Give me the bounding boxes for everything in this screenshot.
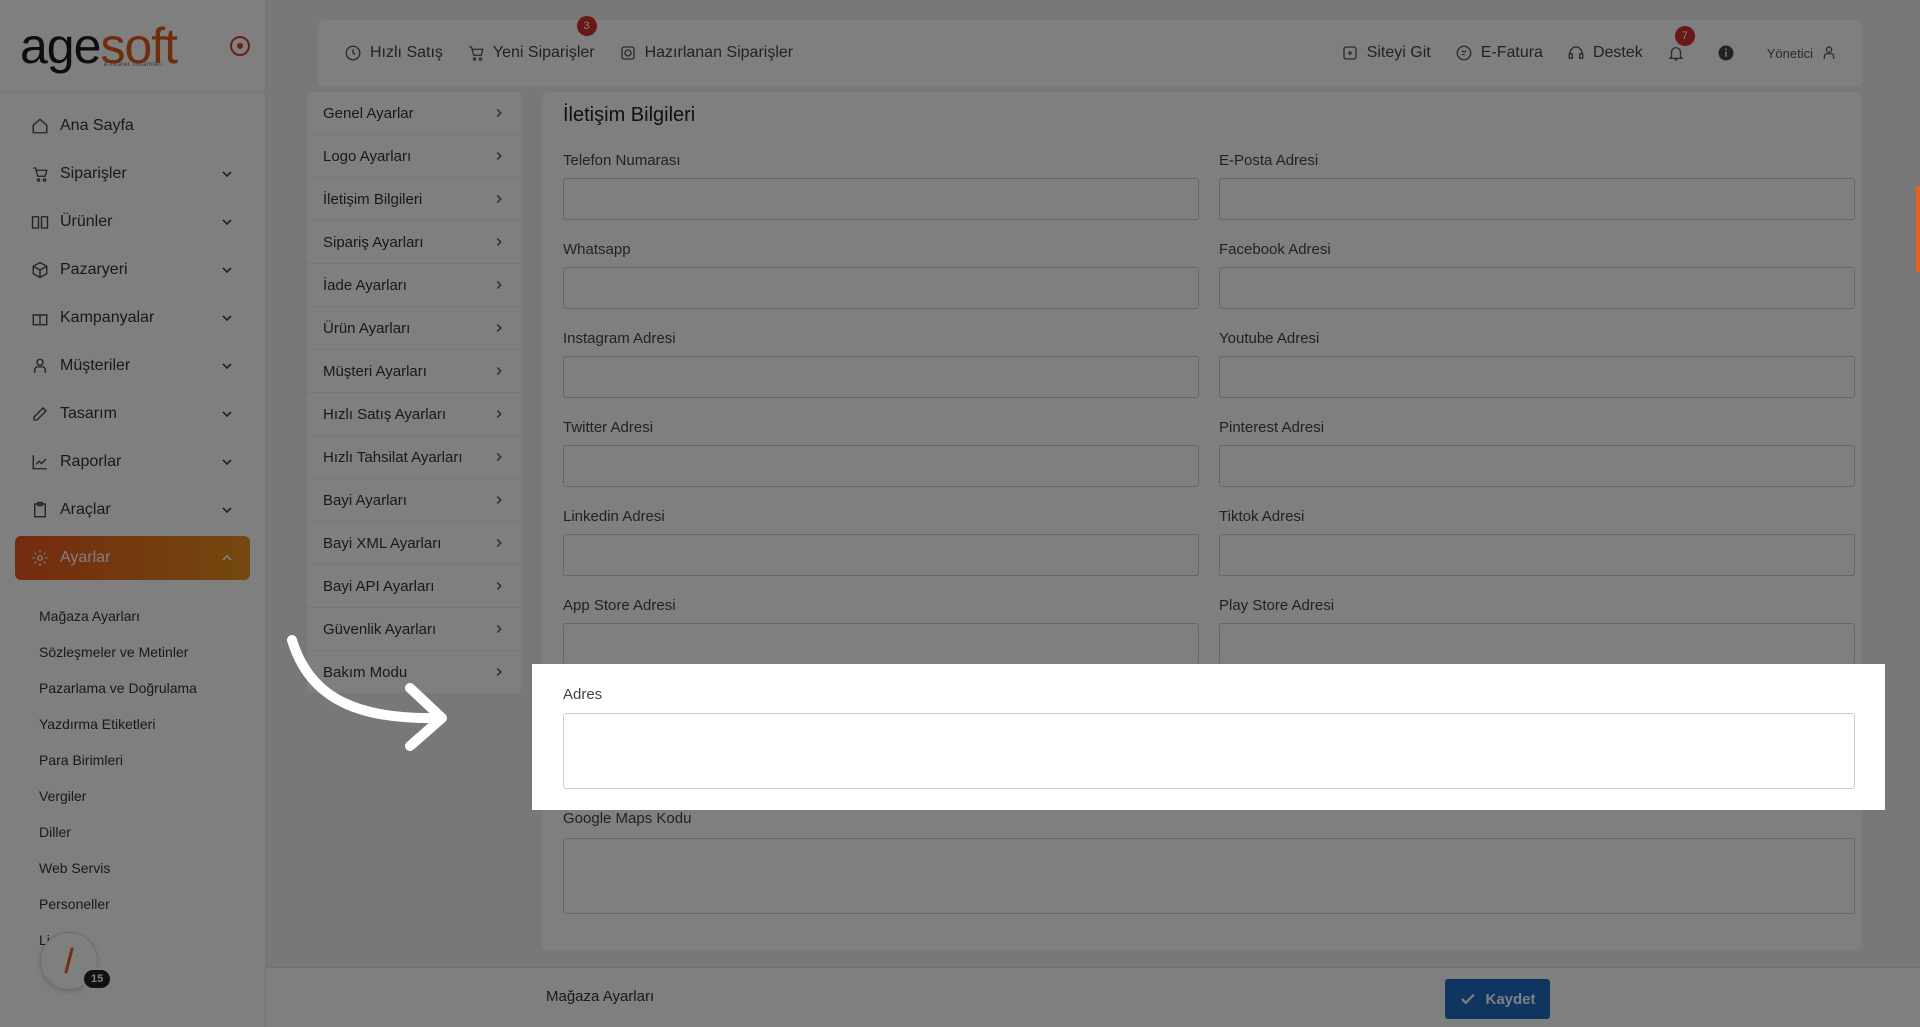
pointer-arrow-icon bbox=[287, 635, 447, 751]
scrollbar-thumb[interactable] bbox=[1916, 186, 1920, 272]
dim-overlay-right bbox=[1885, 664, 1920, 810]
dim-overlay-bottom bbox=[0, 810, 1920, 1027]
dim-overlay-top bbox=[0, 0, 1920, 664]
highlighted-address-area: Adres bbox=[532, 664, 1885, 810]
address-field[interactable] bbox=[563, 713, 1855, 789]
address-label: Adres bbox=[563, 686, 603, 703]
